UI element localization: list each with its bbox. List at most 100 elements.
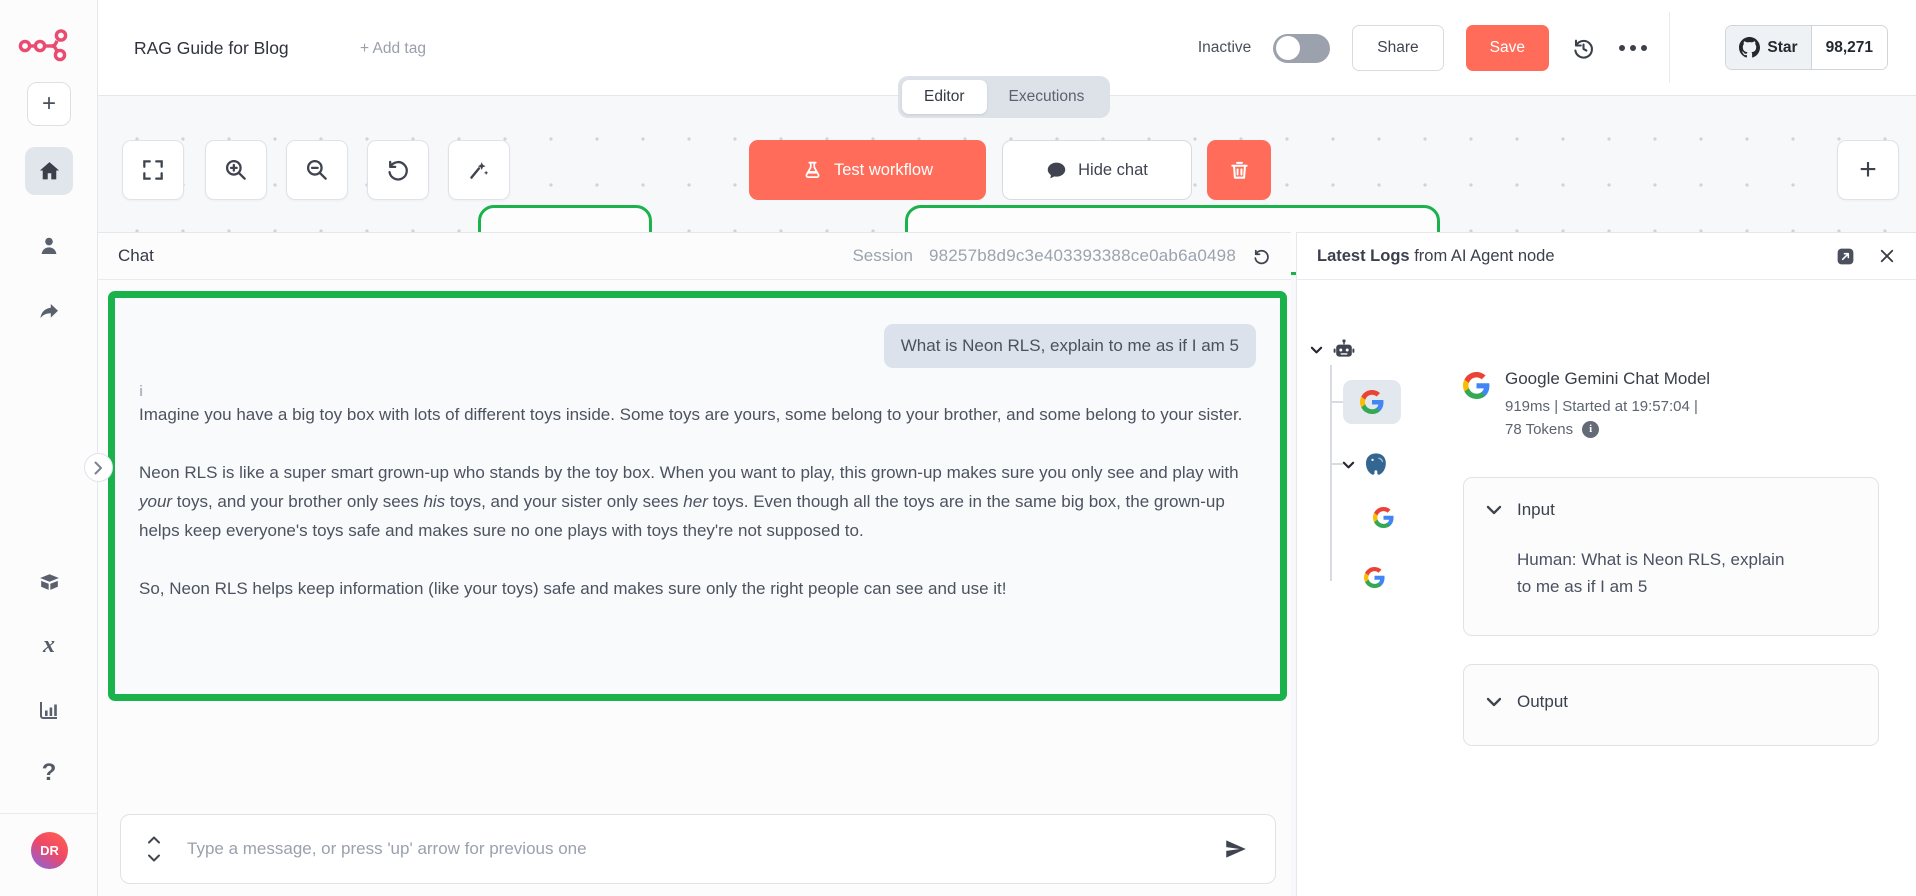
topbar-divider bbox=[1669, 12, 1670, 83]
sidebar-item-personal[interactable] bbox=[25, 222, 73, 270]
chevron-down-icon bbox=[1310, 346, 1323, 355]
previous-message-button[interactable] bbox=[147, 835, 161, 844]
google-icon bbox=[1373, 507, 1394, 528]
send-message-button[interactable] bbox=[1223, 836, 1249, 862]
robot-icon bbox=[1332, 338, 1356, 362]
output-section-toggle[interactable]: Output bbox=[1486, 692, 1856, 712]
next-message-button[interactable] bbox=[147, 854, 161, 863]
model-name: Google Gemini Chat Model bbox=[1505, 369, 1710, 389]
more-options-button[interactable] bbox=[1618, 44, 1648, 52]
input-section-toggle[interactable]: Input bbox=[1486, 500, 1856, 520]
reset-zoom-button[interactable] bbox=[367, 140, 429, 200]
chevron-down-icon bbox=[1486, 505, 1502, 516]
session-id: 98257b8d9c3e403393388ce0ab6a0498 bbox=[929, 246, 1236, 266]
test-workflow-label: Test workflow bbox=[834, 161, 933, 180]
github-star-button[interactable]: Star bbox=[1726, 26, 1811, 69]
undo-rotate-icon bbox=[385, 157, 411, 183]
history-icon bbox=[1571, 36, 1596, 61]
home-icon bbox=[37, 159, 62, 184]
ai-paragraph: Neon RLS is like a super smart grown-up … bbox=[139, 458, 1256, 545]
logs-title: Latest Logs from AI Agent node bbox=[1317, 247, 1555, 266]
chat-messages-area: What is Neon RLS, explain to me as if I … bbox=[108, 291, 1287, 701]
chat-title: Chat bbox=[118, 246, 154, 266]
add-tag-button[interactable]: + Add tag bbox=[360, 40, 426, 58]
chevron-down-icon bbox=[1486, 697, 1502, 708]
save-label: Save bbox=[1490, 39, 1525, 57]
magic-wand-icon bbox=[466, 157, 492, 183]
zoom-in-icon bbox=[223, 157, 249, 183]
session-label: Session bbox=[852, 246, 912, 266]
sidebar-item-insights[interactable] bbox=[25, 686, 73, 734]
output-section-label: Output bbox=[1517, 692, 1568, 712]
zoom-in-button[interactable] bbox=[205, 140, 267, 200]
google-icon bbox=[1364, 567, 1385, 588]
active-toggle[interactable] bbox=[1273, 34, 1330, 63]
open-logs-view-button[interactable] bbox=[1835, 246, 1856, 267]
sidebar-item-shared[interactable] bbox=[25, 287, 73, 335]
flask-icon bbox=[802, 160, 823, 181]
new-workflow-button[interactable]: + bbox=[27, 82, 71, 126]
info-icon[interactable]: i bbox=[1582, 421, 1599, 438]
tree-node-postgres[interactable] bbox=[1342, 451, 1390, 479]
google-icon bbox=[1360, 390, 1384, 414]
hide-chat-label: Hide chat bbox=[1078, 161, 1148, 180]
add-node-button[interactable]: + bbox=[1837, 140, 1899, 200]
tree-node-ai-agent[interactable] bbox=[1310, 338, 1356, 362]
left-sidebar: + x ? DR bbox=[0, 0, 98, 896]
chat-bubble-icon bbox=[1046, 160, 1067, 181]
user-message-bubble: What is Neon RLS, explain to me as if I … bbox=[884, 324, 1256, 368]
share-label: Share bbox=[1377, 39, 1418, 57]
expand-sidebar-button[interactable] bbox=[84, 453, 113, 482]
logs-body: Google Gemini Chat Model 919ms | Started… bbox=[1297, 281, 1916, 896]
logs-panel: Latest Logs from AI Agent node bbox=[1296, 232, 1916, 896]
user-avatar[interactable]: DR bbox=[31, 832, 68, 869]
sidebar-divider bbox=[0, 813, 97, 814]
log-output-card: Output bbox=[1463, 664, 1879, 746]
sidebar-item-overview[interactable] bbox=[25, 147, 73, 195]
sidebar-item-help[interactable]: ? bbox=[25, 749, 73, 797]
chat-header: Chat Session 98257b8d9c3e403393388ce0ab6… bbox=[98, 233, 1291, 280]
variables-x-icon: x bbox=[43, 632, 55, 659]
sidebar-item-variables[interactable]: x bbox=[25, 621, 73, 669]
github-star-label: Star bbox=[1767, 39, 1797, 57]
tree-node-gemini-2[interactable] bbox=[1373, 507, 1394, 528]
zoom-to-fit-button[interactable] bbox=[122, 140, 184, 200]
google-icon bbox=[1463, 372, 1490, 399]
share-arrow-icon bbox=[37, 299, 61, 323]
model-meta-line1: 919ms | Started at 19:57:04 | bbox=[1505, 395, 1710, 418]
tree-node-gemini-3[interactable] bbox=[1364, 567, 1385, 588]
close-logs-button[interactable] bbox=[1878, 247, 1896, 265]
tab-executions[interactable]: Executions bbox=[987, 80, 1107, 114]
workflow-history-button[interactable] bbox=[1571, 36, 1596, 61]
n8n-logo bbox=[17, 22, 79, 66]
workflow-title[interactable]: RAG Guide for Blog bbox=[134, 38, 289, 59]
bar-chart-icon bbox=[37, 698, 61, 722]
editor-executions-tabs: Editor Executions bbox=[898, 76, 1110, 118]
chevron-right-icon bbox=[94, 461, 103, 475]
message-info-icon[interactable]: i bbox=[139, 383, 1256, 400]
sidebar-item-templates[interactable] bbox=[25, 557, 73, 605]
logs-header: Latest Logs from AI Agent node bbox=[1297, 233, 1916, 280]
tree-node-gemini-selected[interactable] bbox=[1343, 380, 1401, 424]
question-icon: ? bbox=[42, 759, 57, 787]
zoom-out-button[interactable] bbox=[286, 140, 348, 200]
input-section-label: Input bbox=[1517, 500, 1555, 520]
trash-icon bbox=[1228, 159, 1251, 182]
zoom-out-icon bbox=[304, 157, 330, 183]
save-button[interactable]: Save bbox=[1466, 25, 1549, 71]
tidy-up-button[interactable] bbox=[448, 140, 510, 200]
share-button[interactable]: Share bbox=[1352, 25, 1443, 71]
refresh-session-button[interactable] bbox=[1252, 247, 1271, 266]
chat-message-input[interactable] bbox=[187, 839, 1207, 859]
github-icon bbox=[1739, 37, 1760, 58]
ai-paragraph: So, Neon RLS helps keep information (lik… bbox=[139, 574, 1256, 603]
tab-editor[interactable]: Editor bbox=[902, 80, 987, 114]
delete-button[interactable] bbox=[1207, 140, 1271, 200]
hide-chat-button[interactable]: Hide chat bbox=[1002, 140, 1192, 200]
plus-icon: + bbox=[42, 90, 56, 118]
ai-paragraph: Imagine you have a big toy box with lots… bbox=[139, 400, 1256, 429]
test-workflow-button[interactable]: Test workflow bbox=[749, 140, 986, 200]
chevron-down-icon bbox=[1342, 461, 1355, 470]
box-icon bbox=[37, 569, 62, 594]
github-star-widget[interactable]: Star 98,271 bbox=[1725, 25, 1888, 70]
